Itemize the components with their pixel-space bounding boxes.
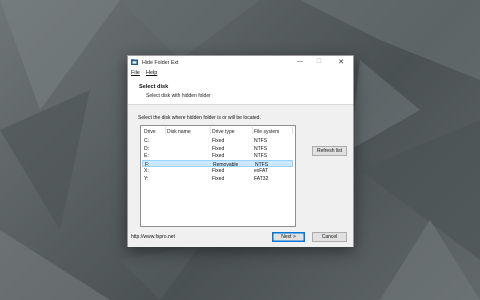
file-system: NTFS	[254, 145, 268, 152]
list-header: Drive Disk name Drive type File system	[141, 126, 295, 135]
folder-app-icon	[131, 59, 138, 65]
drive-type: Fixed	[212, 168, 225, 174]
drive-letter: D:	[144, 145, 149, 152]
drive-row-e[interactable]: E: Fixed NTFS	[142, 152, 293, 160]
drive-type: Fixed	[212, 175, 225, 182]
column-disk-name[interactable]: Disk name	[167, 129, 191, 135]
drive-letter: C:	[144, 138, 149, 144]
instruction-text: Select the disk where hidden folder is o…	[138, 115, 261, 121]
drive-type: Fixed	[212, 145, 225, 152]
file-system: exFAT	[254, 168, 269, 174]
wizard-header: Select disk Select disk with hidden fold…	[128, 78, 353, 104]
menu-help[interactable]: Help	[146, 70, 157, 76]
next-button[interactable]: Next >	[272, 232, 305, 242]
drive-type: Fixed	[212, 153, 225, 159]
drive-type: Fixed	[212, 138, 225, 144]
app-window: Hide Folder Ext — ☐ ✕ File Help Select d…	[127, 55, 354, 247]
drive-letter: X:	[144, 168, 149, 174]
column-divider[interactable]	[252, 127, 253, 134]
column-drive-type[interactable]: Drive type	[212, 129, 235, 135]
column-divider[interactable]	[165, 127, 166, 134]
window-title: Hide Folder Ext	[142, 59, 179, 66]
column-file-system[interactable]: File system	[254, 129, 279, 135]
drive-row-y[interactable]: Y: Fixed FAT32	[142, 175, 293, 183]
close-button[interactable]: ✕	[330, 56, 352, 69]
file-system: NTFS	[254, 138, 268, 144]
drive-letter: E:	[144, 153, 149, 159]
title-bar[interactable]: Hide Folder Ext — ☐ ✕	[128, 56, 353, 69]
menu-bar: File Help	[128, 69, 353, 78]
wizard-content: Select the disk where hidden folder is o…	[128, 104, 353, 247]
drive-row-x[interactable]: X: Fixed exFAT	[142, 167, 293, 175]
drive-row-d[interactable]: D: Fixed NTFS	[142, 145, 293, 153]
file-system: NTFS	[254, 153, 268, 159]
refresh-list-button[interactable]: Refresh list	[312, 146, 347, 156]
column-drive[interactable]: Drive	[144, 129, 156, 135]
column-divider[interactable]	[292, 127, 293, 134]
drive-row-c[interactable]: C: Fixed NTFS	[142, 137, 293, 145]
column-divider[interactable]	[210, 127, 211, 134]
file-system: FAT32	[254, 175, 269, 182]
drive-letter: Y:	[144, 175, 149, 182]
header-subtitle: Select disk with hidden folder	[146, 93, 211, 99]
cancel-button[interactable]: Cancel	[312, 232, 347, 242]
drive-row-f-selected[interactable]: F: Removable NTFS	[142, 159, 293, 168]
website-link[interactable]: http://www.fspro.net	[131, 234, 175, 240]
menu-file[interactable]: File	[131, 70, 140, 76]
header-title: Select disk	[139, 84, 169, 90]
maximize-button[interactable]: ☐	[308, 56, 330, 69]
drive-list[interactable]: Drive Disk name Drive type File system C…	[140, 125, 296, 227]
